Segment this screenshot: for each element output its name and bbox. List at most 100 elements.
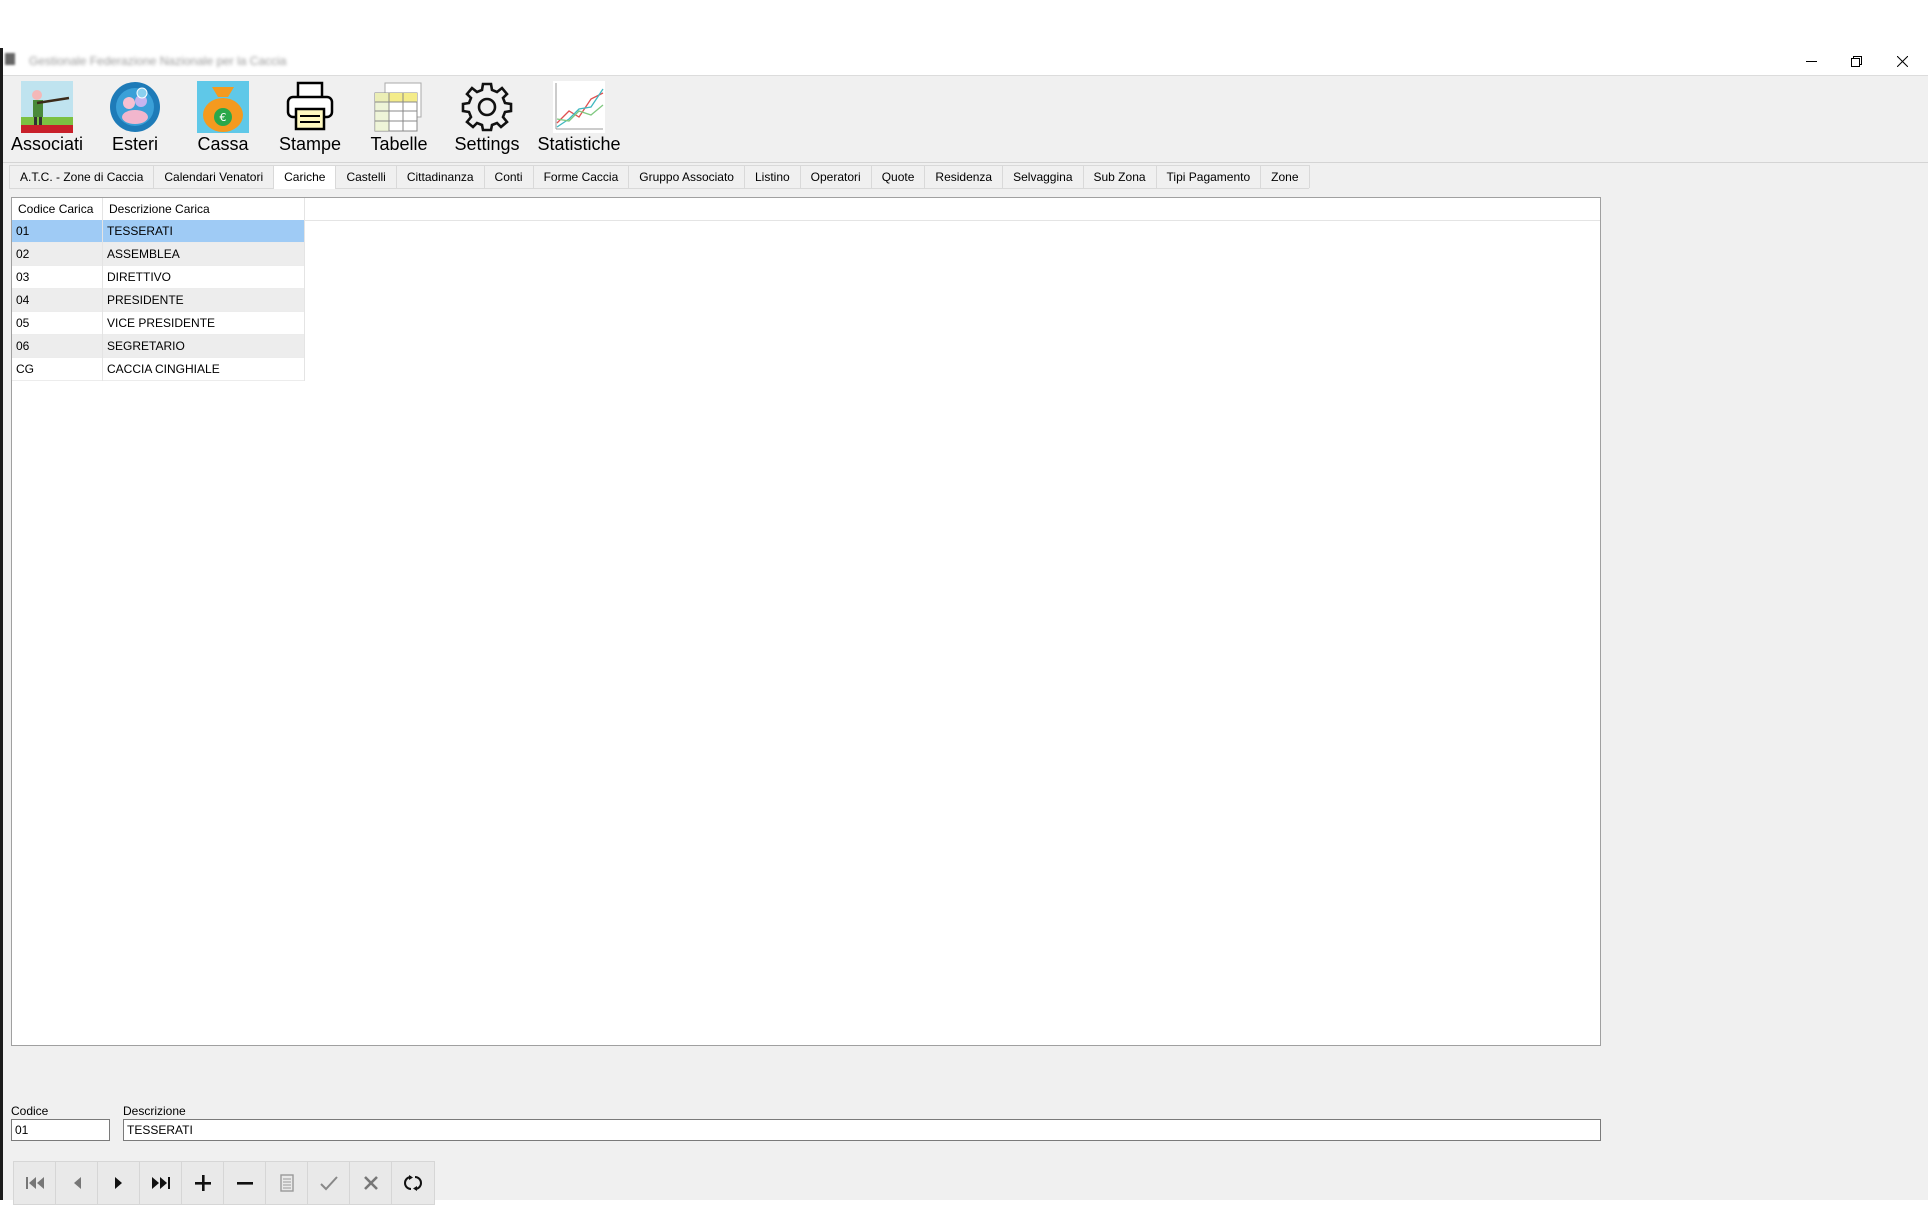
ribbon-cassa-button[interactable]: € Cassa xyxy=(190,81,256,154)
ribbon-settings-label: Settings xyxy=(454,134,520,154)
ribbon-associati-button[interactable]: Associati xyxy=(9,81,85,154)
cancel-icon xyxy=(363,1176,378,1190)
globe-people-icon xyxy=(110,82,160,132)
next-record-button[interactable] xyxy=(98,1162,140,1204)
ribbon-cassa-label: Cassa xyxy=(197,134,249,154)
cell-codice: 03 xyxy=(12,266,103,289)
edit-record-button[interactable] xyxy=(266,1162,308,1204)
close-icon xyxy=(1896,56,1908,67)
tab-castelli[interactable]: Castelli xyxy=(335,165,397,188)
tab-operatori[interactable]: Operatori xyxy=(799,165,872,188)
refresh-icon xyxy=(404,1175,422,1191)
ribbon: Associati Esteri € Cassa Stampe Tabelle … xyxy=(3,76,1928,160)
refresh-button[interactable] xyxy=(392,1162,434,1204)
table-row[interactable]: 06 SEGRETARIO xyxy=(12,335,305,358)
ribbon-tabelle-label: Tabelle xyxy=(370,134,428,154)
delete-record-icon xyxy=(236,1182,253,1185)
previous-record-button[interactable] xyxy=(56,1162,98,1204)
descrizione-label: Descrizione xyxy=(123,1104,186,1118)
table-row[interactable]: 05 VICE PRESIDENTE xyxy=(12,312,305,335)
app-window: Gestionale Federazione Nazionale per la … xyxy=(0,48,1928,1205)
cell-descrizione: SEGRETARIO xyxy=(103,335,305,358)
add-record-button[interactable] xyxy=(182,1162,224,1204)
table-row[interactable]: 04 PRESIDENTE xyxy=(12,289,305,312)
tab-listino[interactable]: Listino xyxy=(743,165,801,188)
last-record-button[interactable] xyxy=(140,1162,182,1204)
table-row[interactable]: CG CACCIA CINGHIALE xyxy=(12,358,305,381)
tab-zone[interactable]: Zone xyxy=(1260,165,1310,188)
tab-atc-zone-di-caccia[interactable]: A.T.C. - Zone di Caccia xyxy=(9,165,155,188)
tab-tipi-pagamento[interactable]: Tipi Pagamento xyxy=(1155,165,1262,188)
restore-icon xyxy=(1850,56,1862,67)
tab-selvaggina[interactable]: Selvaggina xyxy=(1002,165,1084,188)
cell-descrizione: DIRETTIVO xyxy=(103,266,305,289)
ribbon-separator xyxy=(3,162,1928,163)
record-navigator xyxy=(13,1161,435,1205)
tab-cariche[interactable]: Cariche xyxy=(273,165,337,189)
cariche-grid[interactable]: Codice Carica Descrizione Carica 01 TESS… xyxy=(11,197,1601,1046)
column-header-descrizione-carica[interactable]: Descrizione Carica xyxy=(103,198,305,220)
cell-descrizione: TESSERATI xyxy=(103,220,305,243)
tab-residenza[interactable]: Residenza xyxy=(924,165,1004,188)
codice-field[interactable] xyxy=(11,1119,110,1141)
svg-text:€: € xyxy=(220,111,227,124)
cell-codice: 04 xyxy=(12,289,103,312)
tab-calendari-venatori[interactable]: Calendari Venatori xyxy=(153,165,275,188)
gear-icon xyxy=(461,82,513,132)
confirm-icon xyxy=(319,1176,338,1191)
descrizione-field[interactable] xyxy=(123,1119,1601,1141)
cell-descrizione: VICE PRESIDENTE xyxy=(103,312,305,335)
title-bar: Gestionale Federazione Nazionale per la … xyxy=(3,48,1928,75)
tab-cittadinanza[interactable]: Cittadinanza xyxy=(395,165,485,188)
close-button[interactable] xyxy=(1879,48,1925,75)
ribbon-statistiche-button[interactable]: Statistiche xyxy=(537,81,621,154)
cell-descrizione: CACCIA CINGHIALE xyxy=(103,358,305,381)
ribbon-esteri-button[interactable]: Esteri xyxy=(103,81,167,154)
window-title: Gestionale Federazione Nazionale per la … xyxy=(29,54,287,68)
ribbon-esteri-label: Esteri xyxy=(111,134,158,154)
tab-forme-caccia[interactable]: Forme Caccia xyxy=(532,165,630,188)
cell-codice: 05 xyxy=(12,312,103,335)
minimize-icon xyxy=(1805,61,1817,62)
first-record-button[interactable] xyxy=(14,1162,56,1204)
edit-record-icon xyxy=(279,1174,294,1192)
last-record-icon xyxy=(151,1177,170,1189)
restore-button[interactable] xyxy=(1833,48,1879,75)
cell-codice: 02 xyxy=(12,243,103,266)
cell-descrizione: PRESIDENTE xyxy=(103,289,305,312)
previous-record-icon xyxy=(73,1177,81,1189)
ribbon-settings-button[interactable]: Settings xyxy=(454,81,520,154)
table-row[interactable]: 02 ASSEMBLEA xyxy=(12,243,305,266)
table-tabs: A.T.C. - Zone di Caccia Calendari Venato… xyxy=(9,165,1310,189)
ribbon-statistiche-label: Statistiche xyxy=(537,134,621,154)
ribbon-stampe-button[interactable]: Stampe xyxy=(275,81,345,154)
tab-gruppo-associato[interactable]: Gruppo Associato xyxy=(628,165,745,188)
cancel-button[interactable] xyxy=(350,1162,392,1204)
money-bag-icon: € xyxy=(197,81,249,133)
table-row[interactable]: 01 TESSERATI xyxy=(12,220,305,243)
confirm-button[interactable] xyxy=(308,1162,350,1204)
table-icon xyxy=(374,82,422,132)
app-icon xyxy=(5,53,15,65)
add-record-icon xyxy=(194,1175,211,1191)
cell-descrizione: ASSEMBLEA xyxy=(103,243,305,266)
cell-codice: CG xyxy=(12,358,103,381)
table-row[interactable]: 03 DIRETTIVO xyxy=(12,266,305,289)
grid-header: Codice Carica Descrizione Carica xyxy=(12,198,1600,221)
ribbon-tabelle-button[interactable]: Tabelle xyxy=(366,81,432,154)
printer-icon xyxy=(286,81,334,131)
ribbon-associati-label: Associati xyxy=(10,134,84,154)
line-chart-icon xyxy=(553,81,605,133)
cell-codice: 01 xyxy=(12,220,103,243)
next-record-icon xyxy=(114,1177,122,1189)
codice-label: Codice xyxy=(11,1104,49,1118)
column-header-codice-carica[interactable]: Codice Carica xyxy=(12,198,103,220)
minimize-button[interactable] xyxy=(1788,48,1834,75)
tab-quote[interactable]: Quote xyxy=(870,165,926,188)
first-record-icon xyxy=(25,1177,44,1189)
tab-sub-zona[interactable]: Sub Zona xyxy=(1082,165,1157,188)
tab-conti[interactable]: Conti xyxy=(483,165,534,188)
cell-codice: 06 xyxy=(12,335,103,358)
delete-record-button[interactable] xyxy=(224,1162,266,1204)
hunter-icon xyxy=(21,81,73,133)
